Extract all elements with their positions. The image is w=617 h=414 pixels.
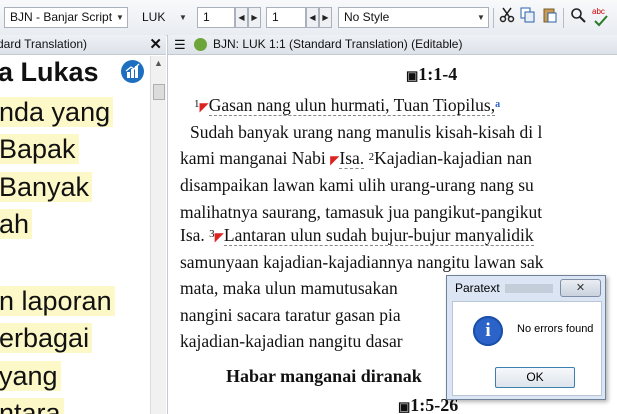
flag-icon[interactable]: ◤ [215, 230, 224, 244]
left-book-heading: a Lukas [0, 57, 99, 87]
toolbar: BJN - Banjar Script ▼ LUK ▼ 1 ◀ ▶ 1 ◀ ▶ … [0, 0, 617, 36]
verse-line[interactable]: samunyaan kajadian-kajadiannya nangitu l… [180, 251, 543, 273]
verse-line[interactable]: kajadian-kajadian nangitu dasar [180, 330, 403, 352]
flag-icon[interactable]: ◤ [200, 100, 209, 114]
chapter-prev-button[interactable]: ◀ [235, 7, 248, 28]
left-line: ntara [0, 397, 64, 414]
search-icon[interactable] [567, 7, 588, 28]
chapter-value: 1 [203, 10, 210, 24]
chevron-down-icon: ▼ [179, 13, 187, 22]
verse-line[interactable]: 1◤Gasan nang ulun hurmati, Tuan Tiopilus… [194, 94, 500, 118]
verse-value: 1 [272, 10, 279, 24]
image-icon: ▣ [406, 68, 419, 83]
spellcheck-icon[interactable]: abc [591, 7, 612, 28]
paste-icon[interactable] [539, 7, 560, 28]
scroll-up-icon[interactable]: ▲ [154, 58, 163, 68]
left-pane-title: dard Translation) [0, 37, 88, 51]
section-reference: ▣1:1-4 [406, 64, 458, 84]
verse-input[interactable]: 1 [266, 7, 306, 28]
verse-next-button[interactable]: ▶ [319, 7, 332, 28]
verse-line[interactable]: malihatnya saurang, tamasuk jua pangikut… [180, 201, 542, 223]
chevron-down-icon: ▼ [116, 13, 124, 22]
verse-text: Gasan nang ulun hurmati, Tuan Tiopilus, [208, 95, 496, 116]
main-pane-title: BJN: LUK 1:1 (Standard Translation) (Edi… [213, 37, 463, 51]
verse-line[interactable]: disampaikan lawan kami ulih urang-urang … [180, 174, 534, 196]
verse-number: 1 [194, 98, 200, 110]
verse-number: 2 [368, 151, 375, 163]
left-line: Banyak [0, 171, 93, 203]
left-pane: dard Translation) ✕ a Lukas nda yang Bap… [0, 35, 166, 414]
dialog-close-button[interactable]: ✕ [560, 279, 601, 297]
chart-icon[interactable] [121, 60, 144, 83]
style-select[interactable]: No Style ▼ [338, 7, 489, 28]
chapter-next-button[interactable]: ▶ [248, 7, 261, 28]
section-heading: Habar manganai diranak [226, 366, 422, 386]
dialog-title-obscured [505, 284, 553, 293]
book-select-value: LUK [142, 10, 166, 24]
scroll-thumb[interactable] [153, 84, 165, 100]
dialog-title: Paratext [455, 281, 500, 295]
left-line: n laporan [0, 285, 115, 317]
left-line: ah [0, 208, 33, 240]
dialog-message: No errors found [517, 323, 594, 335]
message-dialog: Paratext ✕ i No errors found OK [446, 275, 606, 400]
chevron-down-icon: ▼ [477, 13, 485, 22]
verse-line[interactable]: mata, maka ulun mamutusakan [180, 277, 398, 299]
copy-icon[interactable] [517, 7, 538, 28]
footnote-marker[interactable]: a [495, 99, 500, 110]
book-select[interactable]: LUK ▼ [136, 7, 191, 28]
image-icon: ▣ [398, 399, 411, 414]
verse-line[interactable]: Sudah banyak urang nang manulis kisah-ki… [190, 121, 542, 143]
left-pane-titlebar: dard Translation) ✕ [0, 35, 166, 55]
style-select-value: No Style [344, 10, 390, 24]
verse-number: 3 [209, 228, 215, 240]
toolbar-separator [563, 8, 564, 28]
left-scrollbar[interactable]: ▲ [150, 56, 166, 414]
left-line: Bapak [0, 133, 79, 165]
cut-icon[interactable] [496, 7, 517, 28]
verse-line[interactable]: nangini sacara taratur gasan pia [180, 304, 401, 326]
project-status-icon [194, 38, 207, 51]
toolbar-separator [493, 8, 494, 28]
chapter-input[interactable]: 1 [197, 7, 235, 28]
menu-icon[interactable]: ☰ [174, 35, 186, 54]
info-icon: i [473, 316, 503, 346]
ok-button[interactable]: OK [495, 367, 575, 388]
verse-prev-button[interactable]: ◀ [306, 7, 319, 28]
main-pane-titlebar: ☰ BJN: LUK 1:1 (Standard Translation) (E… [168, 35, 617, 55]
project-select-value: BJN - Banjar Script [10, 10, 113, 24]
left-line: nda yang [0, 96, 114, 128]
dialog-body: i No errors found OK [452, 301, 602, 396]
verse-line[interactable]: kami manganai Nabi ◤Isa. 2Kajadian-kajad… [180, 147, 532, 171]
verse-line[interactable]: Isa. 3◤Lantaran ulun sudah bujur-bujur m… [180, 224, 534, 248]
left-line: yang [0, 360, 61, 392]
left-line: erbagai [0, 322, 93, 354]
close-icon[interactable]: ✕ [149, 35, 162, 54]
project-select[interactable]: BJN - Banjar Script ▼ [4, 7, 128, 28]
